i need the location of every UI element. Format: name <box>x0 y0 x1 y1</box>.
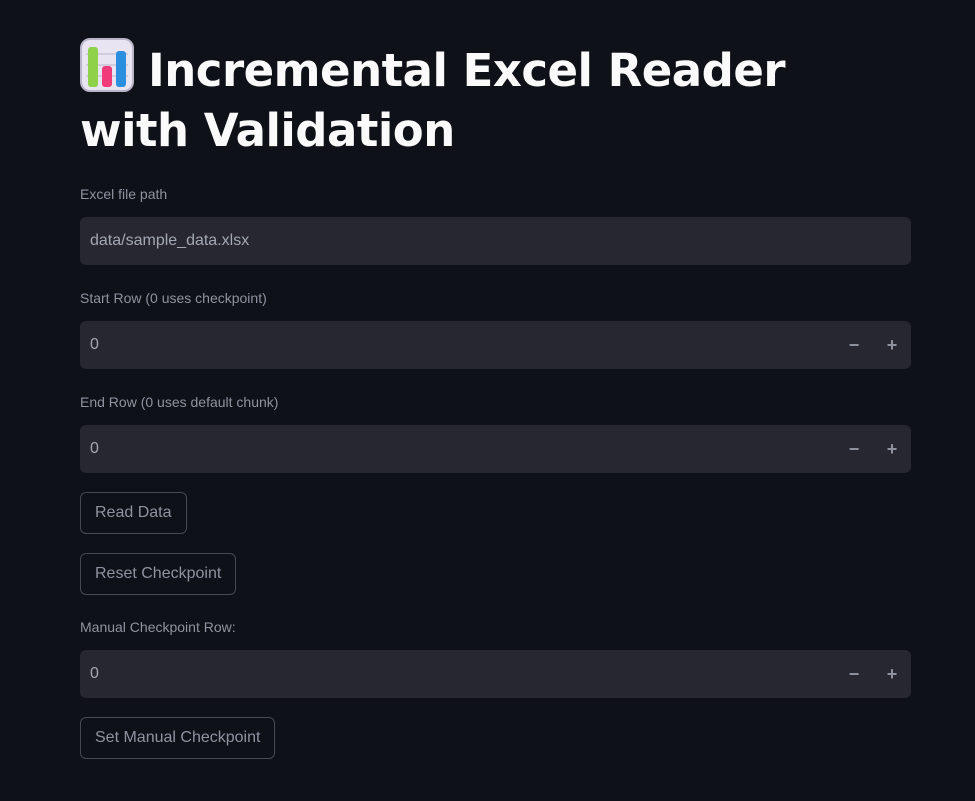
manual-checkpoint-value[interactable]: 0 <box>90 664 99 684</box>
bar-chart-icon <box>80 38 134 92</box>
start-row-input[interactable]: 0 − + <box>80 321 911 369</box>
set-manual-checkpoint-button[interactable]: Set Manual Checkpoint <box>80 717 276 759</box>
manual-checkpoint-increment-button[interactable]: + <box>873 650 911 698</box>
file-path-label: Excel file path <box>80 186 168 202</box>
start-row-decrement-button[interactable]: − <box>835 321 873 369</box>
manual-checkpoint-label: Manual Checkpoint Row: <box>80 619 236 635</box>
end-row-label: End Row (0 uses default chunk) <box>80 394 279 410</box>
file-path-input[interactable]: data/sample_data.xlsx <box>80 217 911 265</box>
end-row-increment-button[interactable]: + <box>873 425 911 473</box>
manual-checkpoint-input[interactable]: 0 − + <box>80 650 911 698</box>
page-title: Incremental Excel Reader with Validation <box>80 38 900 161</box>
start-row-increment-button[interactable]: + <box>873 321 911 369</box>
end-row-value[interactable]: 0 <box>90 439 99 459</box>
read-data-button[interactable]: Read Data <box>80 492 187 534</box>
page-title-text: Incremental Excel Reader with Validation <box>80 44 786 157</box>
end-row-input[interactable]: 0 − + <box>80 425 911 473</box>
reset-checkpoint-button[interactable]: Reset Checkpoint <box>80 553 237 595</box>
end-row-decrement-button[interactable]: − <box>835 425 873 473</box>
app-page: Incremental Excel Reader with Validation… <box>0 0 975 801</box>
file-path-value[interactable]: data/sample_data.xlsx <box>90 231 249 251</box>
start-row-value[interactable]: 0 <box>90 335 99 355</box>
manual-checkpoint-decrement-button[interactable]: − <box>835 650 873 698</box>
start-row-label: Start Row (0 uses checkpoint) <box>80 290 267 306</box>
